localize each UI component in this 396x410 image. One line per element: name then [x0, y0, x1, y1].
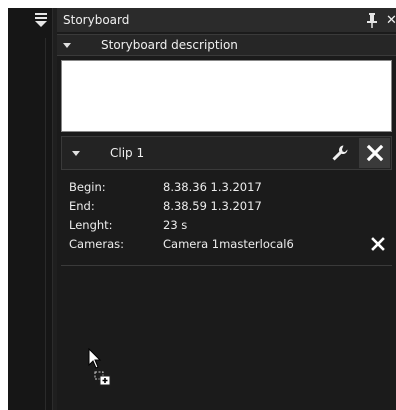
field-key: Begin:	[69, 180, 106, 194]
chevron-down-icon	[63, 42, 71, 48]
drag-copy-cursor-icon	[88, 348, 111, 386]
menu-icon[interactable]	[34, 12, 48, 28]
clip-begin-row: Begin: 8.38.36 1.3.2017	[69, 178, 389, 196]
field-value: Camera 1masterlocal6	[163, 237, 294, 251]
field-value: 23 s	[163, 218, 188, 232]
remove-camera-icon[interactable]	[371, 237, 385, 251]
clip-length-row: Lenght: 23 s	[69, 216, 389, 234]
storyboard-panel: Storyboard ✕ Storyboard description Clip…	[57, 8, 396, 410]
close-icon[interactable]: ✕	[386, 13, 396, 28]
field-value: 8.38.36 1.3.2017	[163, 180, 262, 194]
storyboard-description-header[interactable]: Storyboard description	[57, 34, 396, 56]
field-key: End:	[69, 199, 95, 213]
storyboard-description-label: Storyboard description	[101, 38, 238, 52]
close-icon	[366, 144, 383, 162]
left-dock-strip	[8, 8, 53, 410]
field-key: Lenght:	[69, 218, 113, 232]
chevron-down-icon	[72, 150, 80, 156]
panel-titlebar: Storyboard ✕	[57, 8, 396, 32]
clip-end-row: End: 8.38.59 1.3.2017	[69, 197, 389, 215]
clip-details: Begin: 8.38.36 1.3.2017 End: 8.38.59 1.3…	[61, 174, 392, 266]
storyboard-description-field[interactable]	[61, 60, 392, 132]
app-window: Storyboard ✕ Storyboard description Clip…	[8, 8, 396, 410]
clip-header[interactable]: Clip 1	[61, 136, 392, 170]
remove-clip-button[interactable]	[359, 138, 390, 168]
pin-icon[interactable]	[364, 12, 380, 28]
edit-clip-button[interactable]	[325, 138, 355, 168]
field-value: 8.38.59 1.3.2017	[163, 199, 262, 213]
wrench-icon	[332, 145, 348, 161]
divider	[45, 38, 46, 410]
panel-title: Storyboard	[63, 13, 130, 27]
clip-cameras-row: Cameras: Camera 1masterlocal6	[69, 235, 389, 253]
field-key: Cameras:	[69, 237, 124, 251]
clip-label: Clip 1	[110, 146, 145, 160]
